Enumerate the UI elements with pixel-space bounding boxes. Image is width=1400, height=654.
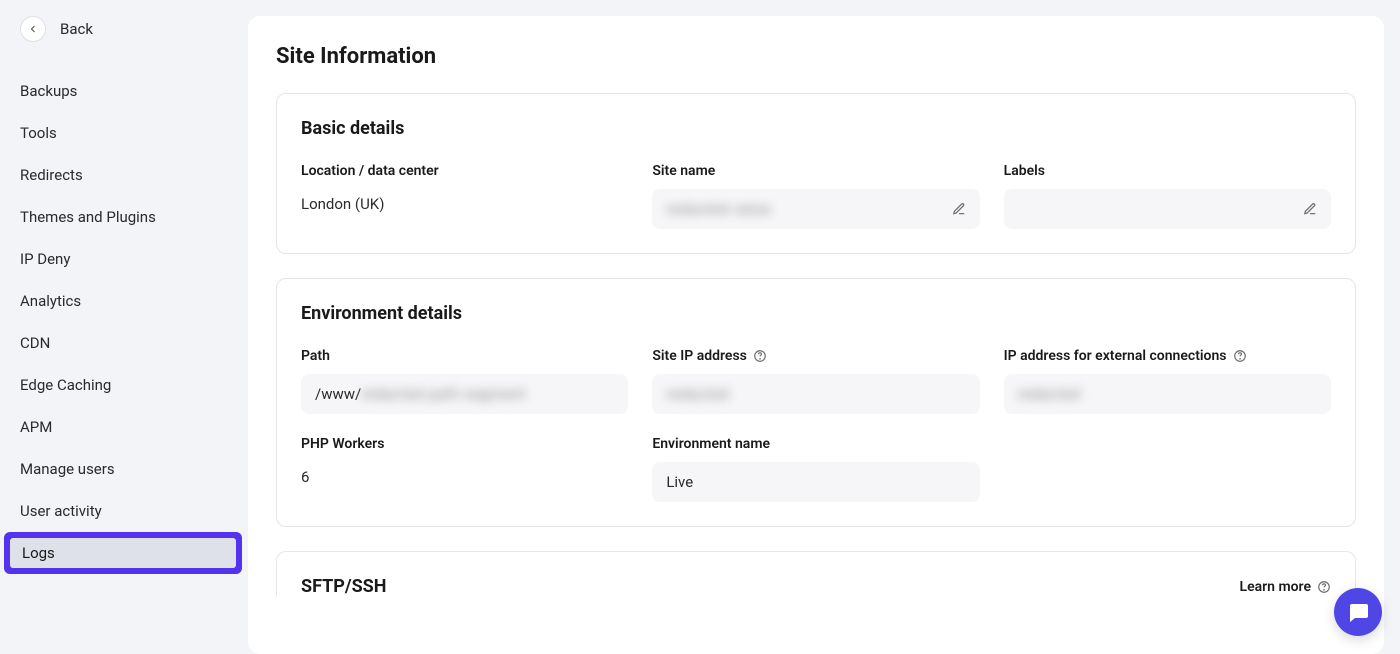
php-workers-value: 6	[301, 462, 628, 492]
path-rest: redacted path segment	[361, 385, 526, 403]
sidebar-highlight: Logs	[4, 532, 242, 574]
site-ip-value-box[interactable]: redacted	[652, 374, 979, 414]
chat-icon	[1346, 600, 1370, 624]
ext-ip-value-box[interactable]: redacted	[1004, 374, 1331, 414]
environment-details-card: Environment details Path /www/ redacted …	[276, 278, 1356, 527]
env-name-value: Live	[666, 473, 693, 491]
labels-field: Labels	[1004, 163, 1331, 229]
sidebar-item-apm[interactable]: APM	[0, 406, 248, 448]
site-ip-label: Site IP address	[652, 348, 979, 364]
path-prefix: /www/	[315, 385, 361, 403]
sftp-ssh-card: SFTP/SSH Learn more	[276, 551, 1356, 597]
sidebar-item-themes-plugins[interactable]: Themes and Plugins	[0, 196, 248, 238]
sidebar: Back Backups Tools Redirects Themes and …	[0, 0, 248, 654]
site-name-value: redacted value	[666, 200, 771, 218]
sidebar-item-edge-caching[interactable]: Edge Caching	[0, 364, 248, 406]
sidebar-item-redirects[interactable]: Redirects	[0, 154, 248, 196]
sidebar-item-manage-users[interactable]: Manage users	[0, 448, 248, 490]
help-icon	[1317, 580, 1331, 594]
ext-ip-label: IP address for external connections	[1004, 348, 1331, 364]
site-name-label: Site name	[652, 163, 979, 179]
path-value-box[interactable]: /www/ redacted path segment	[301, 374, 628, 414]
site-name-input[interactable]: redacted value	[652, 189, 979, 229]
env-empty-col	[1004, 436, 1331, 502]
sidebar-item-analytics[interactable]: Analytics	[0, 280, 248, 322]
basic-details-card: Basic details Location / data center Lon…	[276, 93, 1356, 254]
path-label: Path	[301, 348, 628, 364]
labels-label: Labels	[1004, 163, 1331, 179]
help-icon[interactable]	[1233, 349, 1247, 363]
edit-icon[interactable]	[952, 202, 966, 216]
sidebar-item-tools[interactable]: Tools	[0, 112, 248, 154]
help-icon[interactable]	[753, 349, 767, 363]
site-name-field: Site name redacted value	[652, 163, 979, 229]
sidebar-item-user-activity[interactable]: User activity	[0, 490, 248, 532]
back-label[interactable]: Back	[60, 20, 93, 38]
site-ip-field: Site IP address redacted	[652, 348, 979, 414]
ext-ip-value: redacted	[1018, 385, 1081, 403]
location-field: Location / data center London (UK)	[301, 163, 628, 229]
back-row: Back	[0, 16, 248, 62]
environment-details-title: Environment details	[301, 303, 1331, 324]
path-field: Path /www/ redacted path segment	[301, 348, 628, 414]
sidebar-item-ip-deny[interactable]: IP Deny	[0, 238, 248, 280]
location-value: London (UK)	[301, 189, 628, 219]
sidebar-item-cdn[interactable]: CDN	[0, 322, 248, 364]
page-title: Site Information	[276, 44, 1356, 69]
php-workers-field: PHP Workers 6	[301, 436, 628, 502]
sidebar-item-backups[interactable]: Backups	[0, 70, 248, 112]
sftp-ssh-title: SFTP/SSH	[301, 576, 386, 597]
php-workers-label: PHP Workers	[301, 436, 628, 452]
edit-icon[interactable]	[1303, 202, 1317, 216]
location-label: Location / data center	[301, 163, 628, 179]
env-name-value-box[interactable]: Live	[652, 462, 979, 502]
main-panel: Site Information Basic details Location …	[248, 16, 1384, 654]
back-button[interactable]	[20, 16, 46, 42]
arrow-left-icon	[27, 23, 39, 35]
ext-ip-field: IP address for external connections reda…	[1004, 348, 1331, 414]
labels-input[interactable]	[1004, 189, 1331, 229]
site-ip-value: redacted	[666, 385, 729, 403]
env-name-field: Environment name Live	[652, 436, 979, 502]
sidebar-item-logs[interactable]: Logs	[10, 538, 236, 568]
sidebar-nav: Backups Tools Redirects Themes and Plugi…	[0, 62, 248, 582]
env-name-label: Environment name	[652, 436, 979, 452]
basic-details-title: Basic details	[301, 118, 1331, 139]
learn-more-link[interactable]: Learn more	[1240, 579, 1331, 595]
chat-button[interactable]	[1334, 588, 1382, 636]
